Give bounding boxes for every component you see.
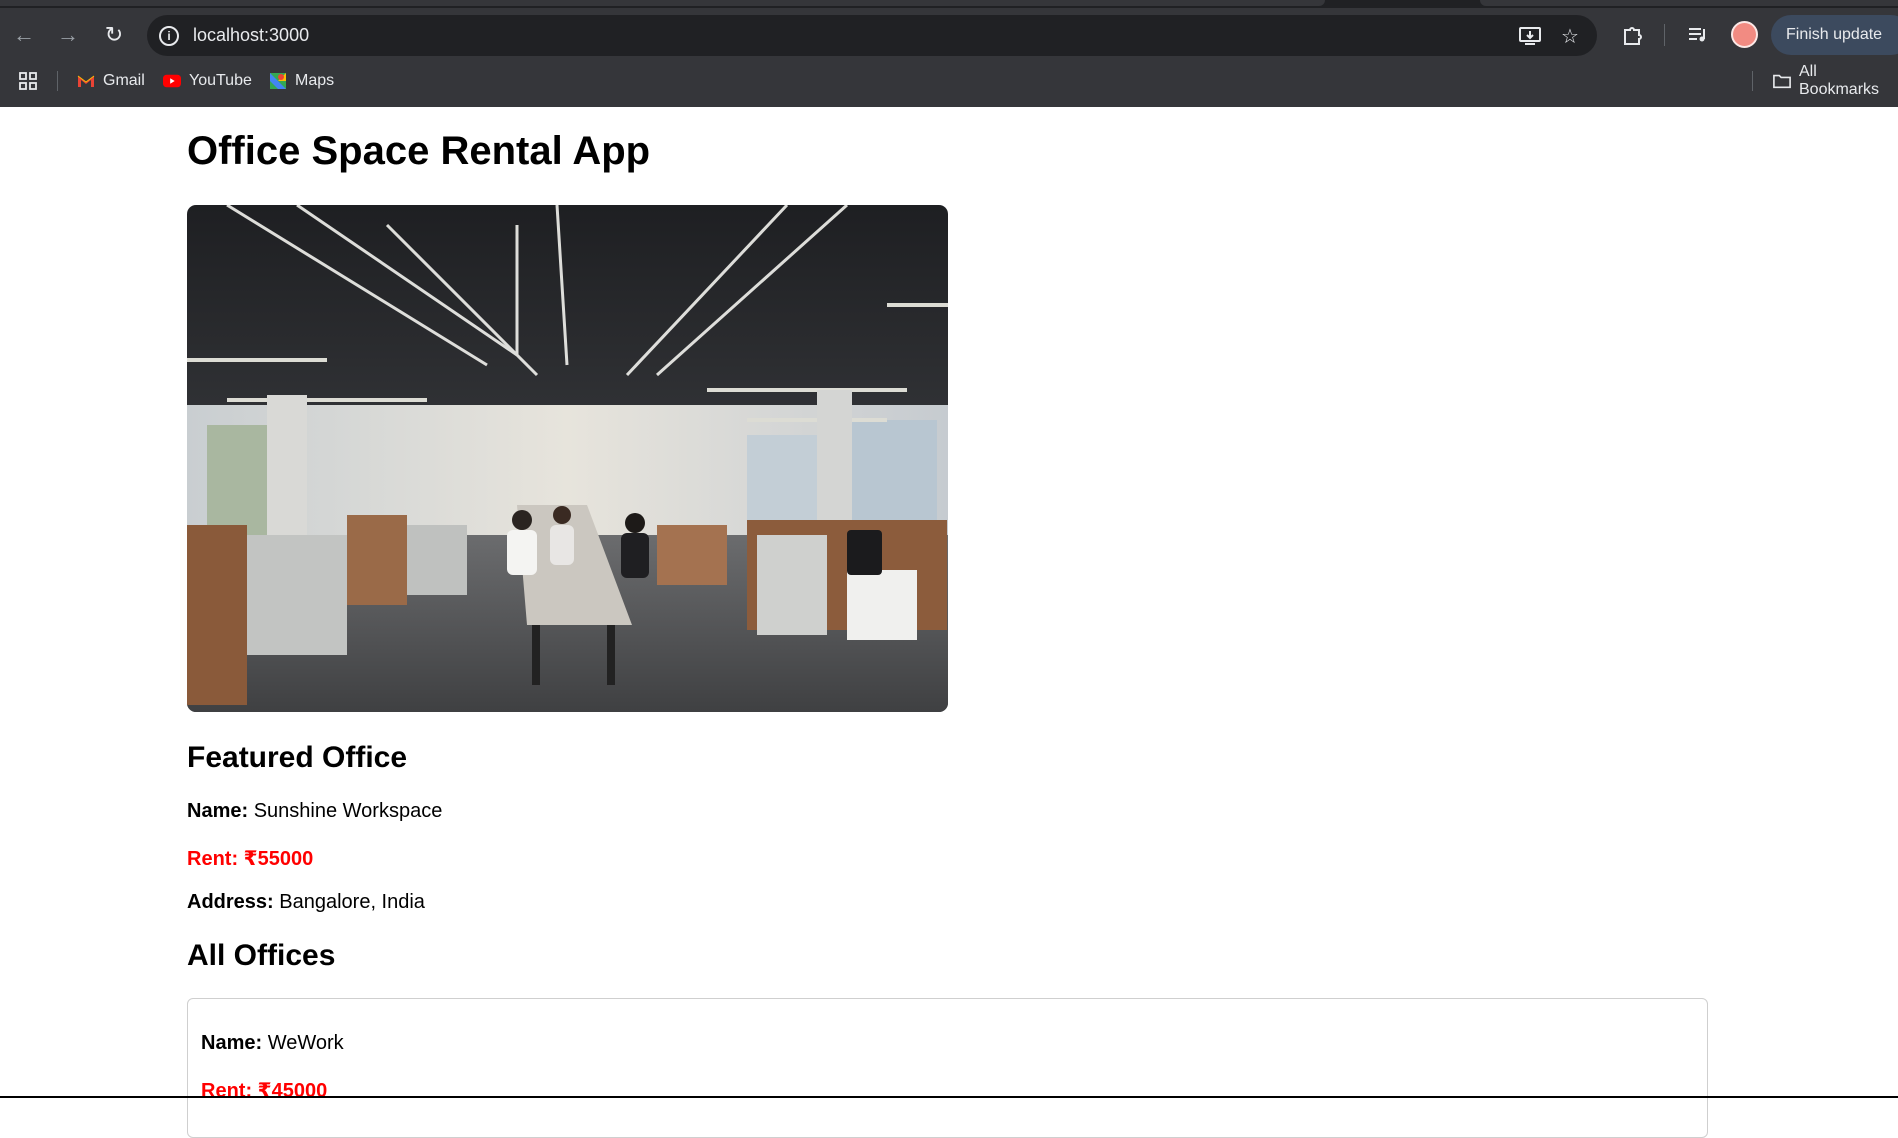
star-icon[interactable]: ☆ bbox=[1557, 23, 1583, 49]
all-offices-heading: All Offices bbox=[187, 939, 336, 972]
profile-avatar[interactable] bbox=[1731, 21, 1758, 48]
all-bookmarks-label: All Bookmarks bbox=[1799, 63, 1880, 98]
arrow-right-icon: → bbox=[57, 22, 79, 47]
featured-name-value: Sunshine Workspace bbox=[253, 800, 443, 822]
office-hero-image bbox=[187, 205, 948, 712]
bookmarks-divider bbox=[57, 71, 58, 91]
bookmark-label: Maps bbox=[295, 72, 335, 89]
featured-name-row: Name: Sunshine Workspace bbox=[187, 800, 442, 823]
toolbar-divider bbox=[1664, 24, 1665, 46]
finish-update-button[interactable]: Finish update ⋮ bbox=[1771, 15, 1898, 55]
gmail-icon bbox=[77, 72, 95, 90]
reload-icon: ↻ bbox=[104, 22, 124, 47]
all-bookmarks-button[interactable]: All Bookmarks bbox=[1773, 63, 1898, 98]
office-rent-row: Rent: ₹45000 bbox=[201, 1078, 327, 1103]
media-queue-icon[interactable] bbox=[1683, 20, 1713, 50]
bookmark-label: Gmail bbox=[103, 72, 145, 89]
office-rent-value: ₹45000 bbox=[257, 1080, 328, 1102]
extensions-icon[interactable] bbox=[1617, 20, 1647, 50]
featured-rent-row: Rent: ₹55000 bbox=[187, 846, 313, 871]
rent-label: Rent: bbox=[201, 1080, 253, 1102]
folder-icon bbox=[1773, 72, 1791, 90]
address-bar[interactable]: i localhost:3000 ☆ bbox=[147, 15, 1597, 56]
site-info-icon[interactable]: i bbox=[159, 25, 179, 46]
finish-update-label: Finish update bbox=[1786, 26, 1883, 43]
rent-label: Rent: bbox=[187, 848, 239, 870]
install-app-icon[interactable] bbox=[1517, 23, 1543, 49]
tab[interactable] bbox=[1480, 0, 1898, 6]
office-photo bbox=[187, 205, 948, 712]
featured-address-value: Bangalore, India bbox=[279, 891, 425, 913]
tab-strip bbox=[0, 0, 1898, 8]
bookmark-label: YouTube bbox=[189, 72, 252, 89]
back-button[interactable]: ← bbox=[9, 20, 39, 50]
address-label: Address: bbox=[187, 891, 274, 913]
arrow-left-icon: ← bbox=[13, 22, 35, 47]
browser-chrome: ← → ↻ i localhost:3000 ☆ Finish update ⋮ bbox=[0, 0, 1898, 107]
featured-address-row: Address: Bangalore, India bbox=[187, 891, 425, 914]
featured-rent-value: ₹55000 bbox=[243, 848, 314, 870]
office-name-row: Name: WeWork bbox=[201, 1032, 344, 1055]
reload-button[interactable]: ↻ bbox=[99, 20, 129, 50]
bookmark-gmail[interactable]: Gmail bbox=[77, 66, 145, 96]
bookmark-youtube[interactable]: YouTube bbox=[163, 66, 252, 96]
tab[interactable] bbox=[0, 0, 1325, 6]
bookmark-maps[interactable]: Maps bbox=[269, 66, 334, 96]
page-title: Office Space Rental App bbox=[187, 129, 651, 173]
forward-button[interactable]: → bbox=[53, 20, 83, 50]
office-name-value: WeWork bbox=[267, 1032, 344, 1054]
name-label: Name: bbox=[187, 800, 249, 822]
bookmarks-divider bbox=[1752, 71, 1753, 91]
youtube-icon bbox=[163, 72, 181, 90]
maps-icon bbox=[269, 72, 287, 90]
office-card: Name: WeWork Rent: ₹45000 bbox=[187, 998, 1708, 1138]
name-label: Name: bbox=[201, 1032, 263, 1054]
url-text[interactable]: localhost:3000 bbox=[193, 25, 309, 46]
apps-grid-icon bbox=[19, 72, 37, 90]
apps-button[interactable] bbox=[18, 66, 38, 96]
bookmarks-bar: Gmail YouTube Maps All Bookmarks bbox=[0, 63, 1898, 98]
featured-office-heading: Featured Office bbox=[187, 741, 408, 774]
